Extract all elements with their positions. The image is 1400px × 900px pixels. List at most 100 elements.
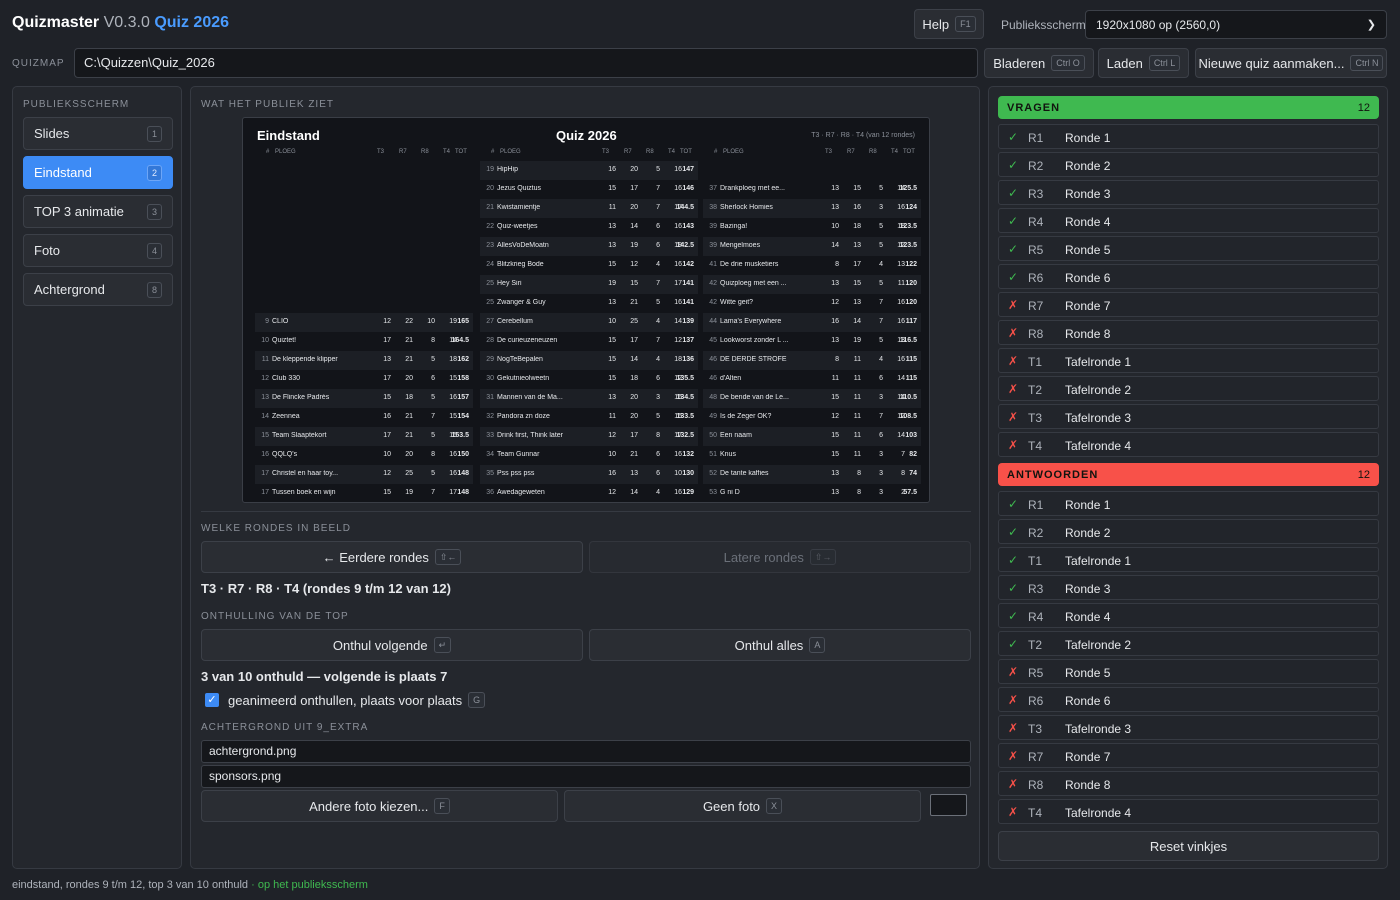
divider bbox=[201, 511, 971, 512]
round-code: R4 bbox=[1028, 215, 1044, 229]
table-row: 25 Zwanger & Guy 13 21 5 16 141 bbox=[480, 294, 698, 313]
total-score: 162 bbox=[457, 356, 469, 363]
reset-checks-button[interactable]: Reset vinkjes bbox=[998, 831, 1379, 861]
round-item-r4[interactable]: ✓ R4 Ronde 4 bbox=[998, 603, 1379, 628]
round-score: 5 bbox=[656, 299, 660, 306]
round-score: 21 bbox=[405, 337, 413, 344]
sidebar-item-top3[interactable]: TOP 3 animatie 3 bbox=[23, 195, 173, 228]
table-row: 25 Hey Siri 19 15 7 17 141 bbox=[480, 275, 698, 294]
team-name: Awedageweten bbox=[497, 489, 545, 496]
background-file-item[interactable]: achtergrond.png bbox=[201, 740, 971, 763]
rank: 49 bbox=[709, 413, 717, 420]
reveal-all-button[interactable]: Onthul alles A bbox=[589, 629, 971, 661]
total-score: 141 bbox=[682, 280, 694, 287]
browse-button[interactable]: Bladeren Ctrl O bbox=[984, 48, 1094, 78]
round-item-t4[interactable]: ✗ T4 Tafelronde 4 bbox=[998, 432, 1379, 457]
background-file-item[interactable]: sponsors.png bbox=[201, 765, 971, 788]
team-name: Quiz-weetjes bbox=[497, 223, 538, 230]
round-item-t2[interactable]: ✗ T2 Tafelronde 2 bbox=[998, 376, 1379, 401]
check-icon: ✓ bbox=[1008, 186, 1019, 200]
round-item-r8[interactable]: ✗ R8 Ronde 8 bbox=[998, 320, 1379, 345]
round-item-r3[interactable]: ✓ R3 Ronde 3 bbox=[998, 575, 1379, 600]
team-name: Hey Siri bbox=[497, 280, 522, 287]
total-score: 147 bbox=[682, 166, 694, 173]
round-score: 8 bbox=[431, 337, 435, 344]
round-item-r5[interactable]: ✓ R5 Ronde 5 bbox=[998, 236, 1379, 261]
new-quiz-button[interactable]: Nieuwe quiz aanmaken... Ctrl N bbox=[1195, 48, 1387, 78]
check-icon: ✓ bbox=[1008, 637, 1019, 651]
round-score: 3 bbox=[879, 394, 883, 401]
table-row: 28 De curieuzeneuzen 15 17 7 12 137 bbox=[480, 332, 698, 351]
round-item-r7[interactable]: ✗ R7 Ronde 7 bbox=[998, 743, 1379, 768]
team-name: Jezus Quiztus bbox=[497, 185, 541, 192]
column-header: PLOEG bbox=[500, 149, 521, 155]
table-row: 14 Zeennea 16 21 7 15 154 bbox=[255, 408, 473, 427]
team-name: Mannen van de Ma... bbox=[497, 394, 563, 401]
total-score: 125.5 bbox=[899, 185, 917, 192]
round-item-t3[interactable]: ✗ T3 Tafelronde 3 bbox=[998, 404, 1379, 429]
round-item-t4[interactable]: ✗ T4 Tafelronde 4 bbox=[998, 799, 1379, 824]
round-score: 13 bbox=[831, 185, 839, 192]
round-item-t2[interactable]: ✓ T2 Tafelronde 2 bbox=[998, 631, 1379, 656]
round-score: 13 bbox=[608, 394, 616, 401]
round-score: 13 bbox=[383, 356, 391, 363]
round-score: 6 bbox=[656, 375, 660, 382]
column-header: R7 bbox=[399, 149, 407, 155]
animate-reveal-option: ✓ geanimeerd onthullen, plaats voor plaa… bbox=[205, 692, 486, 708]
reveal-all-shortcut: A bbox=[809, 637, 826, 653]
animate-reveal-checkbox[interactable]: ✓ bbox=[205, 693, 219, 707]
sidebar-item-slides[interactable]: Slides 1 bbox=[23, 117, 173, 150]
total-score: 157 bbox=[457, 394, 469, 401]
round-item-r1[interactable]: ✓ R1 Ronde 1 bbox=[998, 124, 1379, 149]
total-score: 143 bbox=[682, 223, 694, 230]
load-button[interactable]: Laden Ctrl L bbox=[1098, 48, 1189, 78]
sidebar-item-achtergrond[interactable]: Achtergrond 8 bbox=[23, 273, 173, 306]
round-item-r4[interactable]: ✓ R4 Ronde 4 bbox=[998, 208, 1379, 233]
choose-photo-button[interactable]: Andere foto kiezen... F bbox=[201, 790, 558, 822]
round-score: 16 bbox=[853, 204, 861, 211]
team-name: Een naam bbox=[720, 432, 752, 439]
sidebar-item-eindstand[interactable]: Eindstand 2 bbox=[23, 156, 173, 189]
later-rounds-button[interactable]: Latere rondes ⇧→ bbox=[589, 541, 971, 573]
round-item-r1[interactable]: ✓ R1 Ronde 1 bbox=[998, 491, 1379, 516]
sidebar-item-label: TOP 3 animatie bbox=[34, 204, 124, 219]
publieksscherm-select[interactable]: 1920x1080 op (2560,0) ❯ bbox=[1085, 10, 1387, 39]
round-item-r7[interactable]: ✗ R7 Ronde 7 bbox=[998, 292, 1379, 317]
round-item-t1[interactable]: ✗ T1 Tafelronde 1 bbox=[998, 348, 1379, 373]
quizmap-input[interactable]: C:\Quizzen\Quiz_2026 bbox=[74, 48, 978, 78]
help-button[interactable]: Help F1 bbox=[914, 9, 984, 39]
round-score: 5 bbox=[656, 166, 660, 173]
round-item-r6[interactable]: ✗ R6 Ronde 6 bbox=[998, 687, 1379, 712]
round-item-t3[interactable]: ✗ T3 Tafelronde 3 bbox=[998, 715, 1379, 740]
reveal-next-button[interactable]: Onthul volgende ↵ bbox=[201, 629, 583, 661]
round-item-r2[interactable]: ✓ R2 Ronde 2 bbox=[998, 152, 1379, 177]
sidebar-item-foto[interactable]: Foto 4 bbox=[23, 234, 173, 267]
round-item-r8[interactable]: ✗ R8 Ronde 8 bbox=[998, 771, 1379, 796]
round-score: 5 bbox=[431, 470, 435, 477]
cross-icon: ✗ bbox=[1008, 438, 1019, 452]
table-row: 31 Mannen van de Ma... 13 20 3 16 134.5 bbox=[480, 389, 698, 408]
no-photo-button[interactable]: Geen foto X bbox=[564, 790, 921, 822]
cross-icon: ✗ bbox=[1008, 721, 1019, 735]
round-item-t1[interactable]: ✓ T1 Tafelronde 1 bbox=[998, 547, 1379, 572]
total-score: 130 bbox=[682, 470, 694, 477]
round-item-r2[interactable]: ✓ R2 Ronde 2 bbox=[998, 519, 1379, 544]
round-item-r5[interactable]: ✗ R5 Ronde 5 bbox=[998, 659, 1379, 684]
round-score: 11 bbox=[853, 356, 861, 363]
round-score: 19 bbox=[853, 337, 861, 344]
table-row: 33 Drink first, Think later 12 17 8 17 132.5 bbox=[480, 427, 698, 446]
team-name: De Flincke Padrés bbox=[272, 394, 330, 401]
animate-reveal-shortcut: G bbox=[468, 692, 486, 708]
background-color-picker[interactable] bbox=[930, 794, 967, 816]
round-name: Ronde 5 bbox=[1065, 666, 1111, 680]
team-name: Tussen boek en wijn bbox=[272, 489, 336, 496]
later-rounds-shortcut: ⇧→ bbox=[809, 549, 837, 565]
round-item-r6[interactable]: ✓ R6 Ronde 6 bbox=[998, 264, 1379, 289]
round-item-r3[interactable]: ✓ R3 Ronde 3 bbox=[998, 180, 1379, 205]
team-name: Gekutnieolweetn bbox=[497, 375, 550, 382]
status-text: eindstand, rondes 9 t/m 12, top 3 van 10… bbox=[12, 879, 249, 891]
earlier-rounds-button[interactable]: ← Eerdere rondes ⇧← bbox=[201, 541, 583, 573]
animate-reveal-label[interactable]: geanimeerd onthullen, plaats voor plaats bbox=[228, 693, 462, 708]
round-score: 7 bbox=[431, 489, 435, 496]
round-score: 17 bbox=[630, 432, 638, 439]
